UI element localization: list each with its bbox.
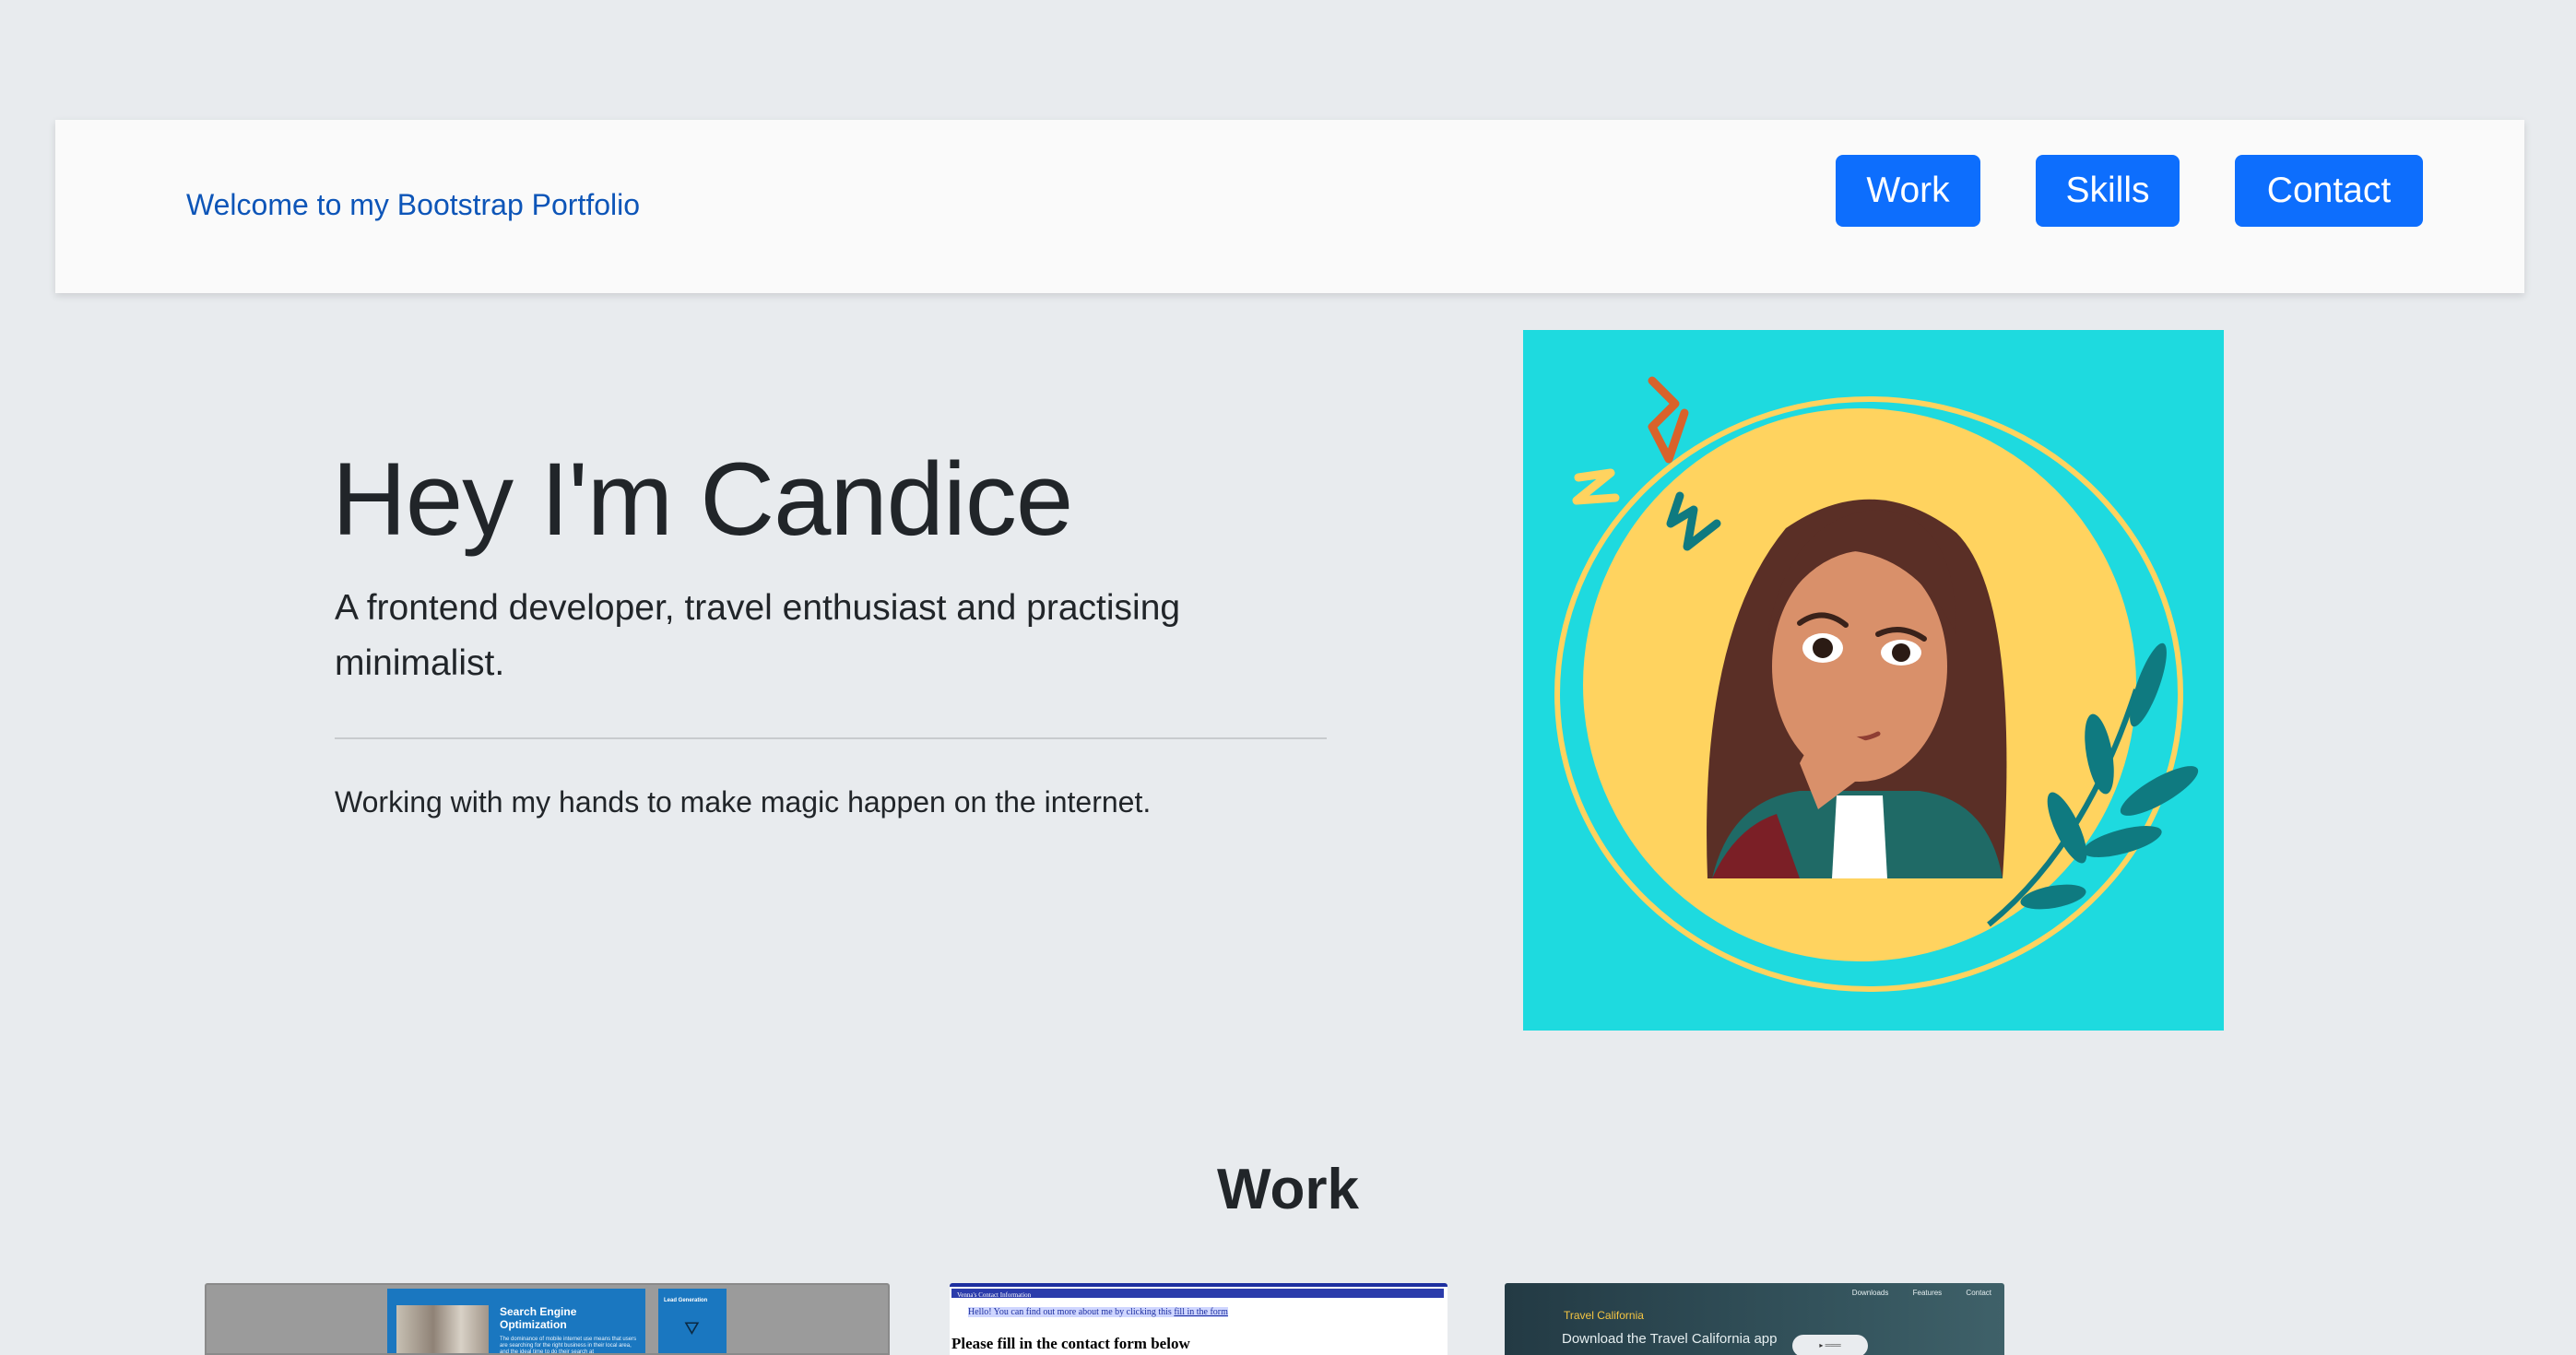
travel-nav-contact[interactable]: Contact xyxy=(1966,1289,1991,1297)
avatar-image xyxy=(1523,330,2224,1031)
hero-title: Hey I'm Candice xyxy=(332,442,1073,557)
project-card-contact-form[interactable]: Venna's Contact Information Hello! You c… xyxy=(950,1283,1448,1355)
lead-generation-title: Lead Generation xyxy=(664,1298,708,1303)
mouse-pointer-icon: ⛛ xyxy=(684,1319,700,1339)
travel-nav-downloads[interactable]: Downloads xyxy=(1852,1289,1889,1297)
avatar-illustration xyxy=(1554,376,2199,992)
hero-lead: A frontend developer, travel enthusiast … xyxy=(335,588,1181,683)
contact-form-intro-text: Hello! You can find out more about me by… xyxy=(968,1307,1172,1317)
contact-button[interactable]: Contact xyxy=(2235,155,2423,227)
hero-divider xyxy=(335,737,1327,739)
contact-form-intro: Hello! You can find out more about me by… xyxy=(968,1307,1228,1317)
skills-button[interactable]: Skills xyxy=(2036,155,2180,227)
hero-text: Working with my hands to make magic happ… xyxy=(335,785,1152,819)
seo-panel: Search Engine Optimization The dominance… xyxy=(387,1289,645,1355)
travel-brand: Travel California xyxy=(1564,1309,1644,1322)
squiggle-yellow-icon xyxy=(1572,468,1620,505)
seo-title: Search Engine Optimization xyxy=(500,1305,577,1331)
work-section-title: Work xyxy=(1217,1158,1359,1221)
seo-body: The dominance of mobile internet use mea… xyxy=(500,1337,637,1355)
travel-headline: Download the Travel California app xyxy=(1562,1331,1778,1347)
navbar-brand-link[interactable]: Welcome to my Bootstrap Portfolio xyxy=(186,188,640,222)
navbar: Welcome to my Bootstrap Portfolio Work S… xyxy=(55,120,2524,293)
seo-photo xyxy=(396,1305,489,1353)
contact-form-bar-text: Venna's Contact Information xyxy=(957,1291,1032,1299)
project-card-seo[interactable]: Search Engine Optimization The dominance… xyxy=(205,1283,890,1355)
work-button[interactable]: Work xyxy=(1836,155,1980,227)
travel-nav: Downloads Features Contact xyxy=(1830,1289,1991,1297)
contact-form-heading: Please fill in the contact form below xyxy=(951,1335,1190,1352)
project-card-travel-california[interactable]: Downloads Features Contact Travel Califo… xyxy=(1505,1283,2004,1355)
squiggle-orange-icon xyxy=(1648,376,1689,464)
travel-nav-features[interactable]: Features xyxy=(1913,1289,1943,1297)
contact-form-header-bar: Venna's Contact Information xyxy=(951,1289,1444,1299)
lead-generation-panel: Lead Generation ⛛ xyxy=(658,1289,727,1353)
contact-form-intro-link[interactable]: fill in the form xyxy=(1174,1307,1228,1317)
travel-download-pill[interactable]: ▸ ═══ xyxy=(1792,1335,1868,1355)
